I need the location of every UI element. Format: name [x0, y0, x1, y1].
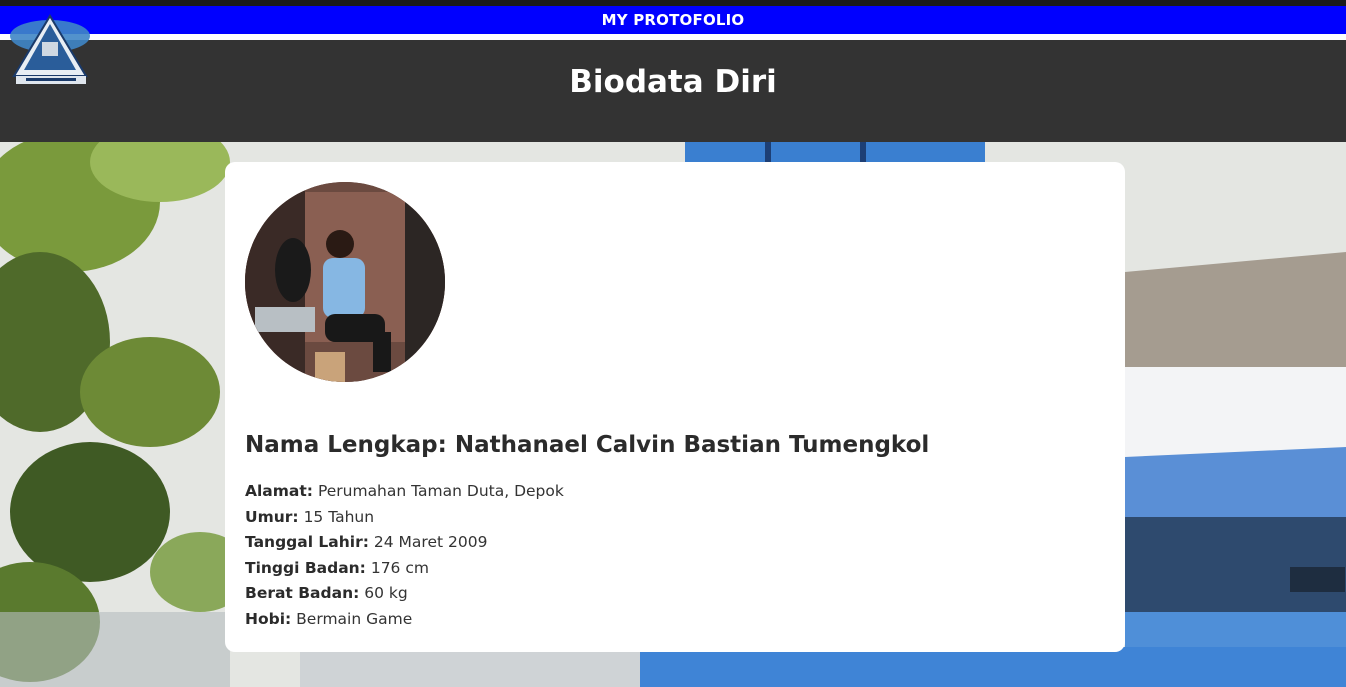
field-value: 60 kg [364, 584, 408, 603]
field-weight: Berat Badan: 60 kg [245, 581, 564, 607]
field-value: Perumahan Taman Duta, Depok [317, 482, 564, 500]
field-hobby: Hobi: Bermain Game [245, 607, 564, 633]
field-height: Tinggi Badan: 176 cm [245, 556, 564, 582]
full-name-heading: Nama Lengkap: Nathanael Calvin Bastian T… [245, 432, 929, 458]
site-title: MY PROTOFOLIO [601, 11, 745, 29]
site-title-bar: MY PROTOFOLIO [0, 6, 1346, 34]
field-label: Hobi: [245, 609, 292, 628]
field-birthdate: Tanggal Lahir: 24 Maret 2009 [245, 530, 564, 556]
page-header: Biodata Diri [0, 40, 1346, 142]
field-value: 24 Maret 2009 [373, 533, 488, 552]
field-age: Umur: 15 Tahun [245, 505, 564, 531]
profile-card: Nama Lengkap: Nathanael Calvin Bastian T… [225, 162, 1125, 652]
field-label: Tinggi Badan: [245, 558, 366, 577]
field-label: Alamat: [245, 482, 313, 500]
field-label: Berat Badan: [245, 584, 360, 603]
field-value: 176 cm [370, 558, 429, 577]
profile-photo [245, 182, 445, 382]
field-value: Bermain Game [296, 609, 413, 628]
field-label: Tanggal Lahir: [245, 533, 369, 552]
field-value: 15 Tahun [303, 507, 375, 526]
biodata-list: Alamat: Perumahan Taman Duta, Depok Umur… [245, 479, 564, 633]
field-label: Umur: [245, 507, 299, 526]
page-title: Biodata Diri [569, 64, 777, 100]
full-name-label: Nama Lengkap: [245, 432, 447, 458]
field-address: Alamat: Perumahan Taman Duta, Depok [245, 479, 564, 505]
full-name-value: Nathanael Calvin Bastian Tumengkol [454, 432, 930, 458]
school-logo-icon [10, 14, 90, 84]
